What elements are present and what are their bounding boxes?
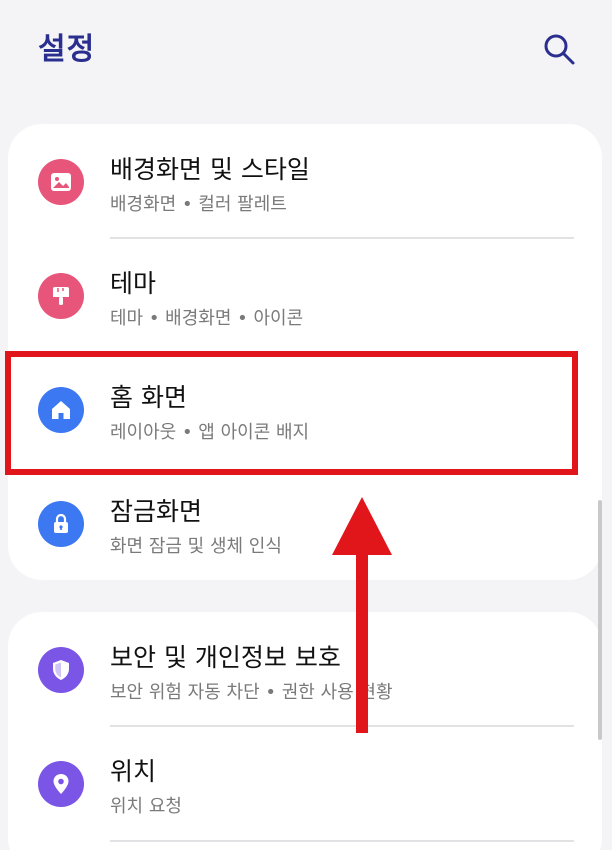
- item-title: 배경화면 및 스타일: [110, 155, 310, 184]
- settings-group-privacy: 보안 및 개인정보 보호 보안 위험 자동 차단 • 권한 사용 현황 위치 위…: [8, 612, 602, 850]
- location-icon-badge: [38, 761, 84, 807]
- settings-item-wallpaper[interactable]: 배경화면 및 스타일 배경화면 • 컬러 팔레트: [8, 124, 602, 238]
- shield-icon: [53, 660, 69, 680]
- settings-item-theme[interactable]: 테마 테마 • 배경화면 • 아이콘: [8, 238, 602, 352]
- location-pin-icon: [53, 774, 69, 794]
- item-subtitle: 화면 잠금 및 생체 인식: [110, 536, 282, 557]
- item-title: 잠금화면: [110, 497, 203, 526]
- settings-screen: 설정 배경화면 및 스타일 배경화면 • 컬러 팔레트 테마 테마 • 배경화면…: [0, 0, 612, 850]
- paintbrush-icon: [53, 287, 69, 305]
- page-title: 설정: [38, 32, 96, 67]
- lock-icon-badge: [38, 501, 84, 547]
- search-button[interactable]: [540, 30, 578, 68]
- header: 설정: [0, 0, 612, 110]
- wallpaper-icon-badge: [38, 159, 84, 205]
- search-icon: [544, 34, 575, 65]
- item-title: 위치: [110, 757, 157, 786]
- scrollbar[interactable]: [598, 500, 602, 740]
- item-subtitle: 배경화면 • 컬러 팔레트: [110, 194, 287, 215]
- arrow-up-icon: [332, 497, 392, 733]
- item-title: 보안 및 개인정보 보호: [110, 643, 341, 672]
- highlight-box: [5, 351, 578, 475]
- image-icon: [51, 173, 71, 191]
- settings-item-location[interactable]: 위치 위치 요청: [8, 726, 602, 840]
- item-title: 테마: [110, 269, 157, 298]
- theme-icon-badge: [38, 273, 84, 319]
- settings-item-lock-screen[interactable]: 잠금화면 화면 잠금 및 생체 인식: [8, 466, 602, 580]
- security-icon-badge: [38, 647, 84, 693]
- divider: [110, 840, 574, 842]
- lock-icon: [54, 513, 68, 533]
- item-subtitle: 위치 요청: [110, 796, 182, 817]
- item-subtitle: 테마 • 배경화면 • 아이콘: [110, 308, 304, 329]
- settings-item-security-privacy[interactable]: 보안 및 개인정보 보호 보안 위험 자동 차단 • 권한 사용 현황: [8, 612, 602, 726]
